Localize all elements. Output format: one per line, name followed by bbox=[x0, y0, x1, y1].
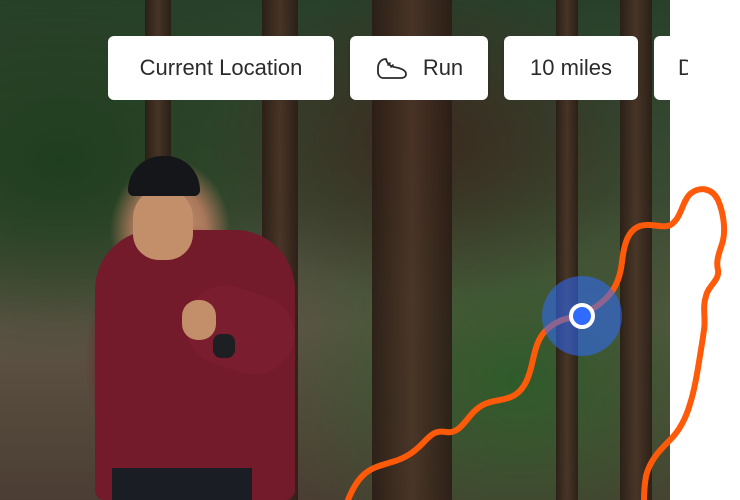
filter-label: Current Location bbox=[139, 55, 303, 80]
filter-activity-run[interactable]: Run bbox=[350, 36, 488, 100]
filter-label: 10 miles bbox=[530, 55, 612, 80]
runner-cap bbox=[128, 156, 200, 196]
runner-watch bbox=[213, 334, 235, 358]
runner-pants bbox=[112, 468, 252, 500]
shoe-icon bbox=[375, 56, 409, 80]
filter-chip-bar: Current Location Run 10 miles Dirt bbox=[108, 36, 688, 100]
filter-current-location[interactable]: Current Location bbox=[108, 36, 334, 100]
filter-distance[interactable]: 10 miles bbox=[504, 36, 638, 100]
runner-hand bbox=[182, 300, 216, 340]
runner-face bbox=[133, 188, 193, 260]
filter-surface[interactable]: Dirt bbox=[654, 36, 688, 100]
filter-label: Dirt bbox=[678, 55, 688, 80]
filter-label: Run bbox=[422, 55, 464, 80]
